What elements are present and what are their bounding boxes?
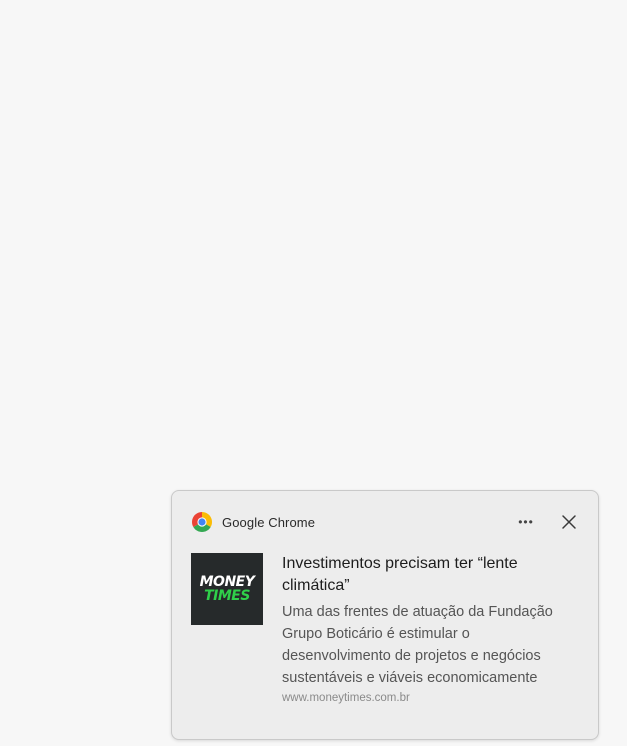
notification-source: www.moneytimes.com.br xyxy=(282,692,410,704)
notification-header: Google Chrome ••• xyxy=(192,511,580,533)
chrome-notification[interactable]: Google Chrome ••• MONEY TIMES Investimen… xyxy=(171,490,599,740)
app-name: Google Chrome xyxy=(222,514,316,530)
thumbnail-logo-line2: TIMES xyxy=(204,588,250,604)
notification-thumbnail: MONEY TIMES xyxy=(191,553,263,625)
notification-body: Uma das frentes de atuação da Fundação G… xyxy=(282,604,553,686)
more-options-button[interactable]: ••• xyxy=(512,511,540,533)
notification-content: Investimentos precisam ter “lente climát… xyxy=(282,553,582,704)
thumbnail-logo-line1: MONEY xyxy=(199,574,255,590)
close-button[interactable] xyxy=(558,511,580,533)
close-icon xyxy=(562,515,576,529)
notification-title: Investimentos precisam ter “lente climát… xyxy=(282,555,518,594)
chrome-icon xyxy=(192,512,212,532)
more-icon: ••• xyxy=(518,515,534,529)
